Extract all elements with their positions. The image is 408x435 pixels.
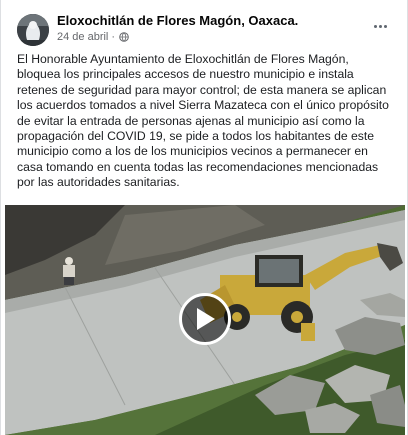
more-options-icon[interactable] <box>369 18 391 34</box>
avatar-image <box>17 14 49 46</box>
facebook-post: Eloxochitlán de Flores Magón, Oaxaca. 24… <box>0 0 408 435</box>
post-video[interactable] <box>5 205 405 435</box>
meta-separator: · <box>111 31 116 43</box>
play-triangle <box>197 308 215 330</box>
globe-icon[interactable] <box>119 32 129 42</box>
page-name-link[interactable]: Eloxochitlán de Flores Magón, Oaxaca. <box>57 13 298 28</box>
post-message: El Honorable Ayuntamiento de Eloxochitlá… <box>17 52 389 190</box>
page-avatar[interactable] <box>17 14 49 46</box>
play-icon[interactable] <box>179 293 231 345</box>
more-dot <box>383 24 387 28</box>
more-dot <box>378 24 382 28</box>
post-meta: 24 de abril · <box>57 31 129 43</box>
more-dot <box>373 24 377 28</box>
post-header: Eloxochitlán de Flores Magón, Oaxaca. 24… <box>1 0 407 50</box>
post-date-link[interactable]: 24 de abril <box>57 31 108 43</box>
